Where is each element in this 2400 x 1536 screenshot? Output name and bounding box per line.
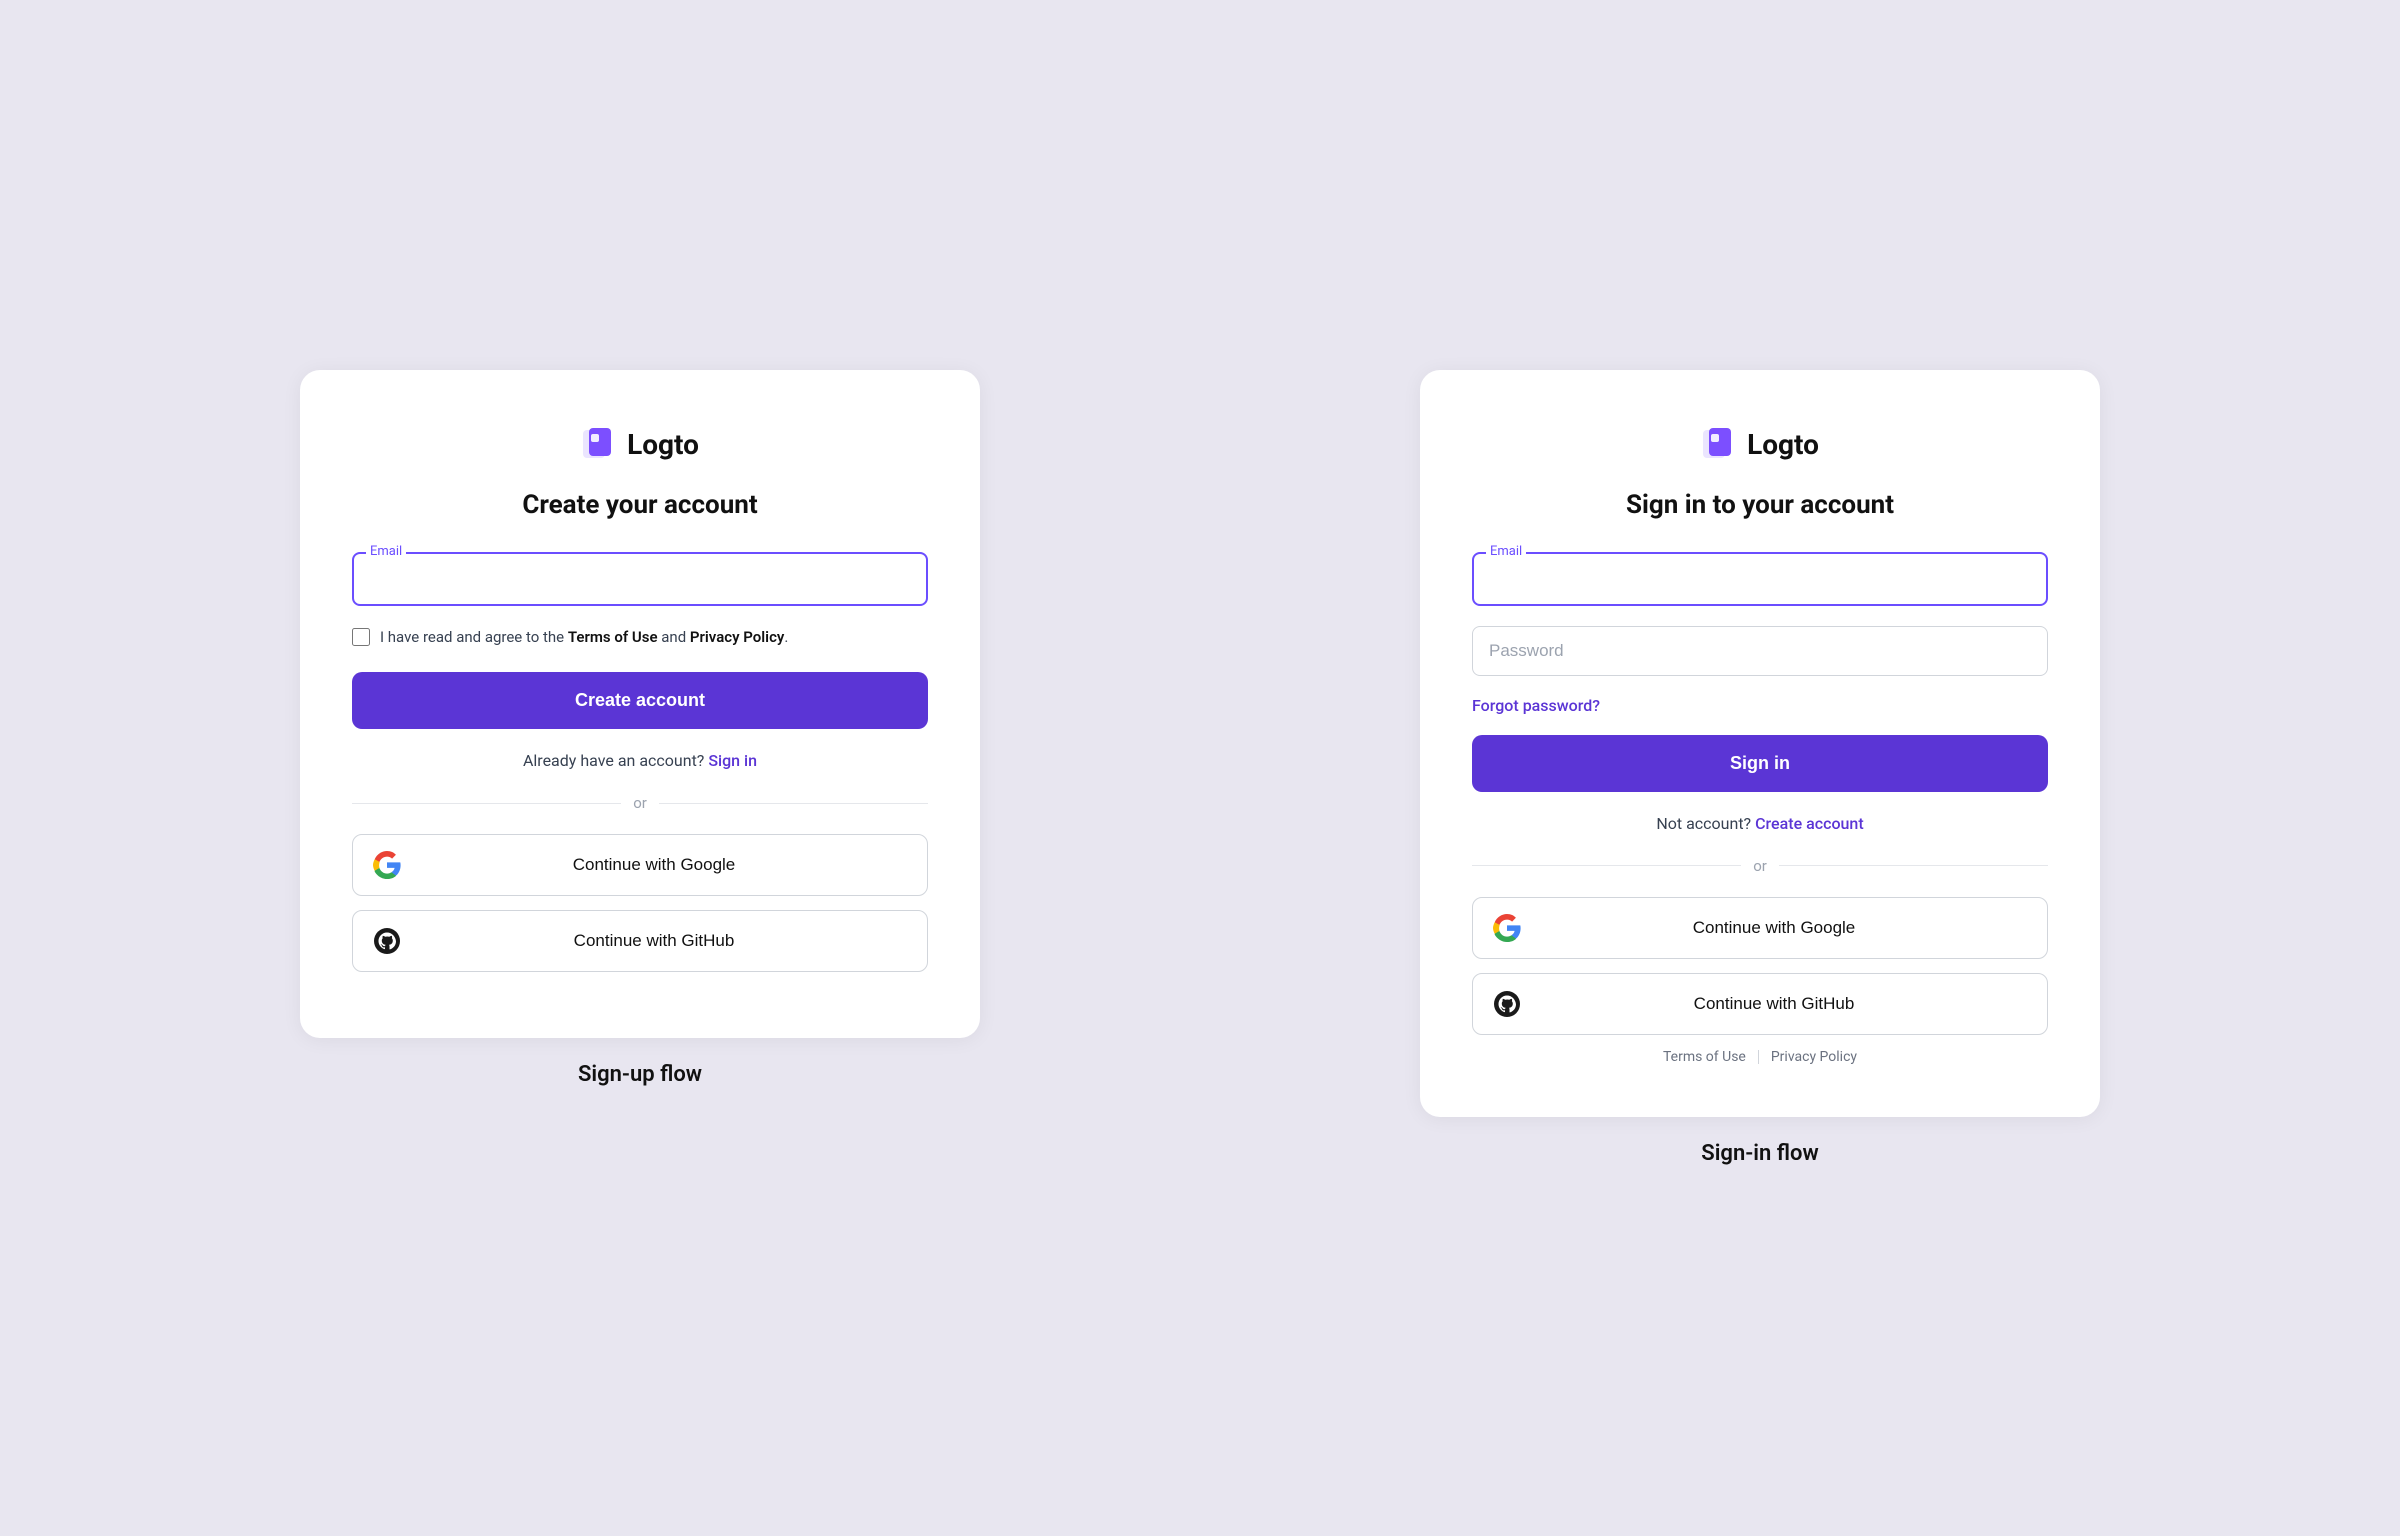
signin-email-input[interactable]	[1488, 562, 2032, 596]
signup-google-label: Continue with Google	[401, 855, 907, 875]
signup-flow-column: Logto Create your account Email I have r…	[100, 370, 1180, 1087]
signup-logo-text: Logto	[627, 428, 699, 461]
signin-password-group	[1472, 626, 2048, 676]
create-account-button[interactable]: Create account	[352, 672, 928, 729]
signup-terms-row: I have read and agree to the Terms of Us…	[352, 626, 928, 649]
signin-github-button[interactable]: Continue with GitHub	[1472, 973, 2048, 1035]
signup-email-wrapper: Email	[352, 552, 928, 606]
terms-of-use-link[interactable]: Terms of Use	[568, 628, 658, 646]
signup-divider-text: or	[633, 794, 647, 812]
signup-signin-row: Already have an account? Sign in	[352, 751, 928, 770]
signup-terms-checkbox[interactable]	[352, 628, 370, 646]
signin-create-row: Not account? Create account	[1472, 814, 2048, 833]
signin-google-label: Continue with Google	[1521, 918, 2027, 938]
signup-already-text: Already have an account?	[523, 751, 704, 770]
signup-divider: or	[352, 794, 928, 812]
footer-divider	[1758, 1050, 1759, 1064]
signin-github-label: Continue with GitHub	[1521, 994, 2027, 1014]
terms-of-use-footer-link[interactable]: Terms of Use	[1663, 1049, 1746, 1065]
signin-password-wrapper	[1472, 626, 2048, 676]
signin-title: Sign in to your account	[1472, 490, 2048, 520]
signup-email-label: Email	[366, 544, 406, 559]
signup-title: Create your account	[352, 490, 928, 520]
signup-card: Logto Create your account Email I have r…	[300, 370, 980, 1038]
signup-flow-label: Sign-up flow	[578, 1062, 702, 1087]
signin-google-icon	[1493, 914, 1521, 942]
privacy-policy-footer-link[interactable]: Privacy Policy	[1771, 1049, 1857, 1065]
signup-logo-icon	[581, 426, 617, 462]
signin-create-account-link[interactable]: Create account	[1755, 814, 1864, 833]
footer-links: Terms of Use Privacy Policy	[1472, 1049, 2048, 1065]
signin-logo-icon	[1701, 426, 1737, 462]
signin-divider-line-right	[1779, 865, 2048, 866]
signup-signin-link[interactable]: Sign in	[708, 751, 757, 770]
signup-email-group: Email	[352, 552, 928, 606]
signin-logo-text: Logto	[1747, 428, 1819, 461]
signup-google-icon	[373, 851, 401, 879]
signup-github-button[interactable]: Continue with GitHub	[352, 910, 928, 972]
signup-github-icon	[373, 927, 401, 955]
signin-logo-area: Logto	[1472, 426, 2048, 462]
signin-password-input[interactable]	[1489, 641, 2031, 661]
signup-google-button[interactable]: Continue with Google	[352, 834, 928, 896]
signin-card: Logto Sign in to your account Email Forg…	[1420, 370, 2100, 1117]
signup-divider-line-right	[659, 803, 928, 804]
forgot-password-link[interactable]: Forgot password?	[1472, 696, 2048, 715]
signin-email-wrapper: Email	[1472, 552, 2048, 606]
signup-github-label: Continue with GitHub	[401, 931, 907, 951]
sign-in-button[interactable]: Sign in	[1472, 735, 2048, 792]
signup-email-input[interactable]	[368, 562, 912, 596]
signup-divider-line-left	[352, 803, 621, 804]
signin-github-icon	[1493, 990, 1521, 1018]
signup-terms-label: I have read and agree to the Terms of Us…	[380, 626, 788, 649]
signin-divider-line-left	[1472, 865, 1741, 866]
signin-not-account-text: Not account?	[1656, 814, 1751, 833]
privacy-policy-link[interactable]: Privacy Policy	[690, 628, 784, 646]
signin-google-button[interactable]: Continue with Google	[1472, 897, 2048, 959]
signup-logo-area: Logto	[352, 426, 928, 462]
signin-flow-column: Logto Sign in to your account Email Forg…	[1220, 370, 2300, 1166]
signin-divider: or	[1472, 857, 2048, 875]
signin-divider-text: or	[1753, 857, 1767, 875]
signin-flow-label: Sign-in flow	[1701, 1141, 1818, 1166]
signin-email-group: Email	[1472, 552, 2048, 606]
page-wrapper: Logto Create your account Email I have r…	[100, 370, 2300, 1166]
signin-email-label: Email	[1486, 544, 1526, 559]
